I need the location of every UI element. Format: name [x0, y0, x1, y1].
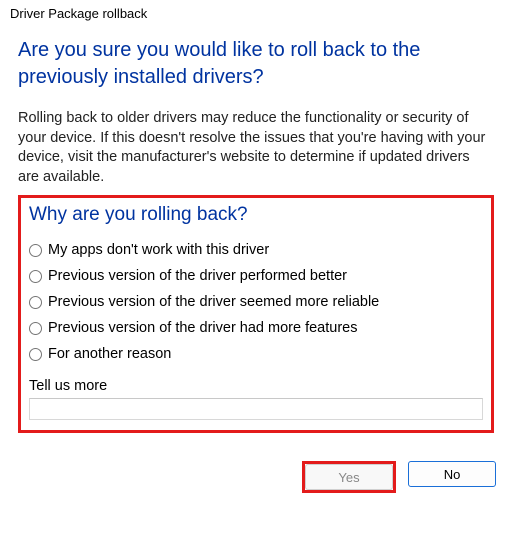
yes-button-highlight: Yes	[302, 461, 396, 493]
reason-radio-apps[interactable]	[29, 244, 42, 257]
no-button[interactable]: No	[408, 461, 496, 487]
reason-section-highlight: Why are you rolling back? My apps don't …	[18, 195, 494, 433]
reason-radio-performance[interactable]	[29, 270, 42, 283]
confirmation-heading: Are you sure you would like to roll back…	[18, 37, 494, 91]
reason-radio-reliability[interactable]	[29, 296, 42, 309]
reason-label: My apps don't work with this driver	[48, 242, 269, 258]
reason-option[interactable]: Previous version of the driver had more …	[29, 320, 483, 336]
reason-option[interactable]: For another reason	[29, 346, 483, 362]
reason-option[interactable]: Previous version of the driver performed…	[29, 268, 483, 284]
dialog-buttons: Yes No	[0, 443, 512, 493]
yes-button[interactable]: Yes	[305, 464, 393, 490]
reason-label: Previous version of the driver performed…	[48, 268, 347, 284]
reason-label: Previous version of the driver had more …	[48, 320, 357, 336]
reason-option[interactable]: My apps don't work with this driver	[29, 242, 483, 258]
reason-radio-group: My apps don't work with this driver Prev…	[29, 242, 483, 362]
dialog-content: Are you sure you would like to roll back…	[0, 25, 512, 443]
reason-radio-features[interactable]	[29, 322, 42, 335]
reason-label: For another reason	[48, 346, 171, 362]
window-title: Driver Package rollback	[0, 0, 512, 25]
reason-radio-other[interactable]	[29, 348, 42, 361]
reason-label: Previous version of the driver seemed mo…	[48, 294, 379, 310]
reason-option[interactable]: Previous version of the driver seemed mo…	[29, 294, 483, 310]
tell-us-more-label: Tell us more	[29, 378, 483, 394]
warning-description: Rolling back to older drivers may reduce…	[18, 109, 494, 187]
tell-us-more-input[interactable]	[29, 398, 483, 420]
reason-heading: Why are you rolling back?	[29, 204, 483, 226]
